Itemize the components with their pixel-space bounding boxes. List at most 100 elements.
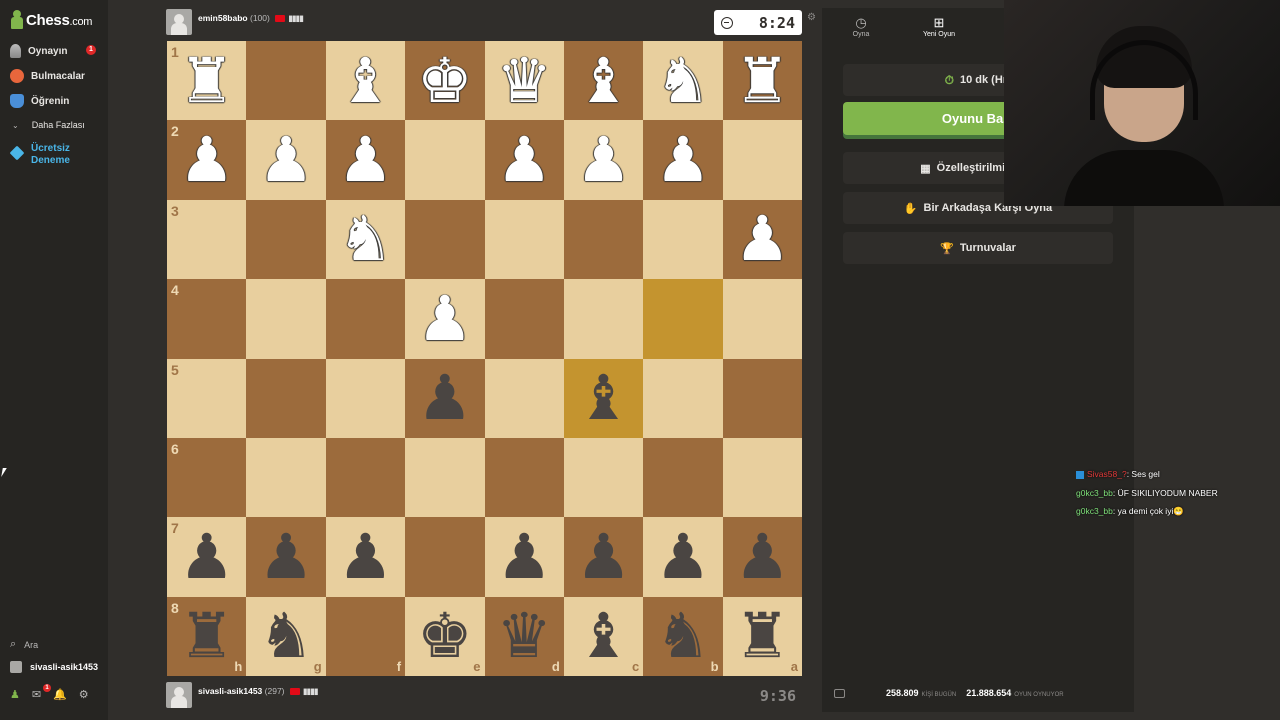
square-c2[interactable]: ♟ — [563, 120, 644, 200]
white-pawn-icon[interactable]: ♟ — [179, 129, 235, 191]
sidebar-item-play[interactable]: Oynayın — [10, 44, 67, 58]
white-king-icon[interactable]: ♚ — [417, 49, 473, 112]
black-king-icon[interactable]: ♚ — [417, 605, 473, 667]
square-g1[interactable] — [246, 41, 326, 121]
square-a6[interactable] — [722, 437, 802, 518]
tournaments-button[interactable]: 🏆 Turnuvalar — [843, 232, 1113, 264]
sidebar-item-more[interactable]: ⌄ Daha Fazlası — [12, 120, 85, 130]
square-b6[interactable] — [643, 437, 723, 518]
square-e8[interactable]: ♚ e — [405, 596, 485, 676]
black-pawn-icon[interactable]: ♟ — [655, 525, 711, 588]
chesscom-logo[interactable]: Chess.com — [10, 10, 92, 30]
black-bishop-icon[interactable]: ♝ — [576, 605, 632, 667]
square-h3[interactable]: 3 — [167, 199, 247, 280]
bottom-player-avatar[interactable] — [166, 682, 192, 708]
board-settings-gear-icon[interactable]: ⚙ — [807, 12, 816, 23]
white-pawn-icon[interactable]: ♟ — [735, 208, 791, 270]
white-bishop-icon[interactable]: ♝ — [338, 49, 394, 112]
top-player-name[interactable]: emin58babo — [198, 13, 248, 23]
square-g2[interactable]: ♟ — [246, 120, 326, 200]
square-d1[interactable]: ♛ — [484, 41, 564, 121]
square-g5[interactable] — [246, 358, 326, 438]
black-pawn-icon[interactable]: ♟ — [258, 525, 314, 588]
square-c6[interactable] — [563, 437, 644, 518]
tab-new-game[interactable]: ⊞ Yeni Oyun — [900, 8, 978, 46]
square-h2[interactable]: ♟ 2 — [167, 120, 247, 200]
white-pawn-icon[interactable]: ♟ — [496, 129, 552, 191]
square-c7[interactable]: ♟ — [563, 517, 644, 597]
chat-icon[interactable] — [834, 689, 845, 698]
black-queen-icon[interactable]: ♛ — [496, 605, 552, 667]
white-pawn-icon[interactable]: ♟ — [576, 129, 632, 191]
square-d5[interactable] — [484, 358, 564, 438]
friends-icon[interactable]: ♟ — [10, 688, 20, 701]
square-b1[interactable]: ♞ — [643, 41, 723, 121]
square-b8[interactable]: ♞ b — [643, 596, 723, 676]
square-c3[interactable] — [563, 199, 644, 280]
black-bishop-icon[interactable]: ♝ — [576, 367, 632, 429]
square-a5[interactable] — [722, 358, 802, 438]
white-pawn-icon[interactable]: ♟ — [258, 129, 314, 191]
square-e1[interactable]: ♚ — [405, 41, 485, 121]
square-b3[interactable] — [643, 199, 723, 280]
square-f3[interactable]: ♞ — [325, 199, 406, 280]
square-d4[interactable] — [484, 279, 564, 359]
black-knight-icon[interactable]: ♞ — [655, 605, 711, 667]
square-d2[interactable]: ♟ — [484, 120, 564, 200]
square-c4[interactable] — [563, 279, 644, 359]
square-c1[interactable]: ♝ — [563, 41, 644, 121]
square-a1[interactable]: ♜ — [722, 41, 802, 121]
square-b5[interactable] — [643, 358, 723, 438]
square-h6[interactable]: 6 — [167, 437, 247, 518]
square-c8[interactable]: ♝ c — [563, 596, 644, 676]
square-g6[interactable] — [246, 437, 326, 518]
white-bishop-icon[interactable]: ♝ — [576, 49, 632, 112]
white-pawn-icon[interactable]: ♟ — [655, 129, 711, 191]
square-h4[interactable]: 4 — [167, 279, 247, 359]
square-a4[interactable] — [722, 279, 802, 359]
black-pawn-icon[interactable]: ♟ — [338, 525, 394, 588]
square-h8[interactable]: ♜ 8 h — [167, 596, 247, 676]
square-c5[interactable]: ♝ — [563, 358, 644, 438]
square-d8[interactable]: ♛ d — [484, 596, 564, 676]
square-h7[interactable]: ♟ 7 — [167, 517, 247, 597]
white-knight-icon[interactable]: ♞ — [655, 49, 711, 112]
square-e6[interactable] — [405, 437, 485, 518]
sidebar-item-free-trial[interactable]: Ücretsiz Deneme — [9, 143, 79, 167]
square-e5[interactable]: ♟ — [405, 358, 485, 438]
white-rook-icon[interactable]: ♜ — [735, 49, 791, 112]
square-a8[interactable]: ♜ a — [722, 596, 802, 676]
settings-gear-icon[interactable]: ⚙ — [79, 688, 89, 701]
square-d7[interactable]: ♟ — [484, 517, 564, 597]
white-rook-icon[interactable]: ♜ — [179, 49, 235, 112]
bottom-player-name[interactable]: sivasli-asik1453 — [198, 686, 262, 696]
sidebar-item-learn[interactable]: Öğrenin — [10, 94, 69, 108]
square-g3[interactable] — [246, 199, 326, 280]
square-g7[interactable]: ♟ — [246, 517, 326, 597]
top-player-avatar[interactable] — [166, 9, 192, 35]
white-pawn-icon[interactable]: ♟ — [338, 129, 394, 191]
square-h1[interactable]: ♜ 1 — [167, 41, 247, 121]
bell-icon[interactable]: 🔔 — [53, 688, 67, 701]
square-a2[interactable] — [722, 120, 802, 200]
black-pawn-icon[interactable]: ♟ — [179, 525, 235, 588]
square-g8[interactable]: ♞ g — [246, 596, 326, 676]
square-a7[interactable]: ♟ — [722, 517, 802, 597]
square-e4[interactable]: ♟ — [405, 279, 485, 359]
square-f5[interactable] — [325, 358, 406, 438]
messages-icon[interactable]: ✉ — [32, 688, 41, 701]
profile-item[interactable]: sivasli-asik1453 — [10, 661, 98, 673]
chess-board[interactable]: ♜ 1 ♝ ♚ ♛ ♝ ♞ ♜ ♟ 2 ♟ ♟ ♟ ♟ ♟ 3 ♞ ♟ 4 ♟ 5 ♟ ♝ 6 ♟ 7 ♟ ♟ ♟ ♟ ♟ ♟ ♜ 8 h ♞ g f ♚ e… — [167, 41, 802, 676]
square-d3[interactable] — [484, 199, 564, 280]
square-h5[interactable]: 5 — [167, 358, 247, 438]
square-a3[interactable]: ♟ — [722, 199, 802, 280]
black-pawn-icon[interactable]: ♟ — [496, 525, 552, 588]
white-knight-icon[interactable]: ♞ — [338, 208, 394, 270]
sidebar-item-puzzles[interactable]: Bulmacalar — [10, 69, 85, 83]
black-pawn-icon[interactable]: ♟ — [735, 525, 791, 588]
square-g4[interactable] — [246, 279, 326, 359]
black-rook-icon[interactable]: ♜ — [179, 605, 235, 667]
square-f7[interactable]: ♟ — [325, 517, 406, 597]
white-queen-icon[interactable]: ♛ — [496, 49, 552, 112]
square-d6[interactable] — [484, 437, 564, 518]
